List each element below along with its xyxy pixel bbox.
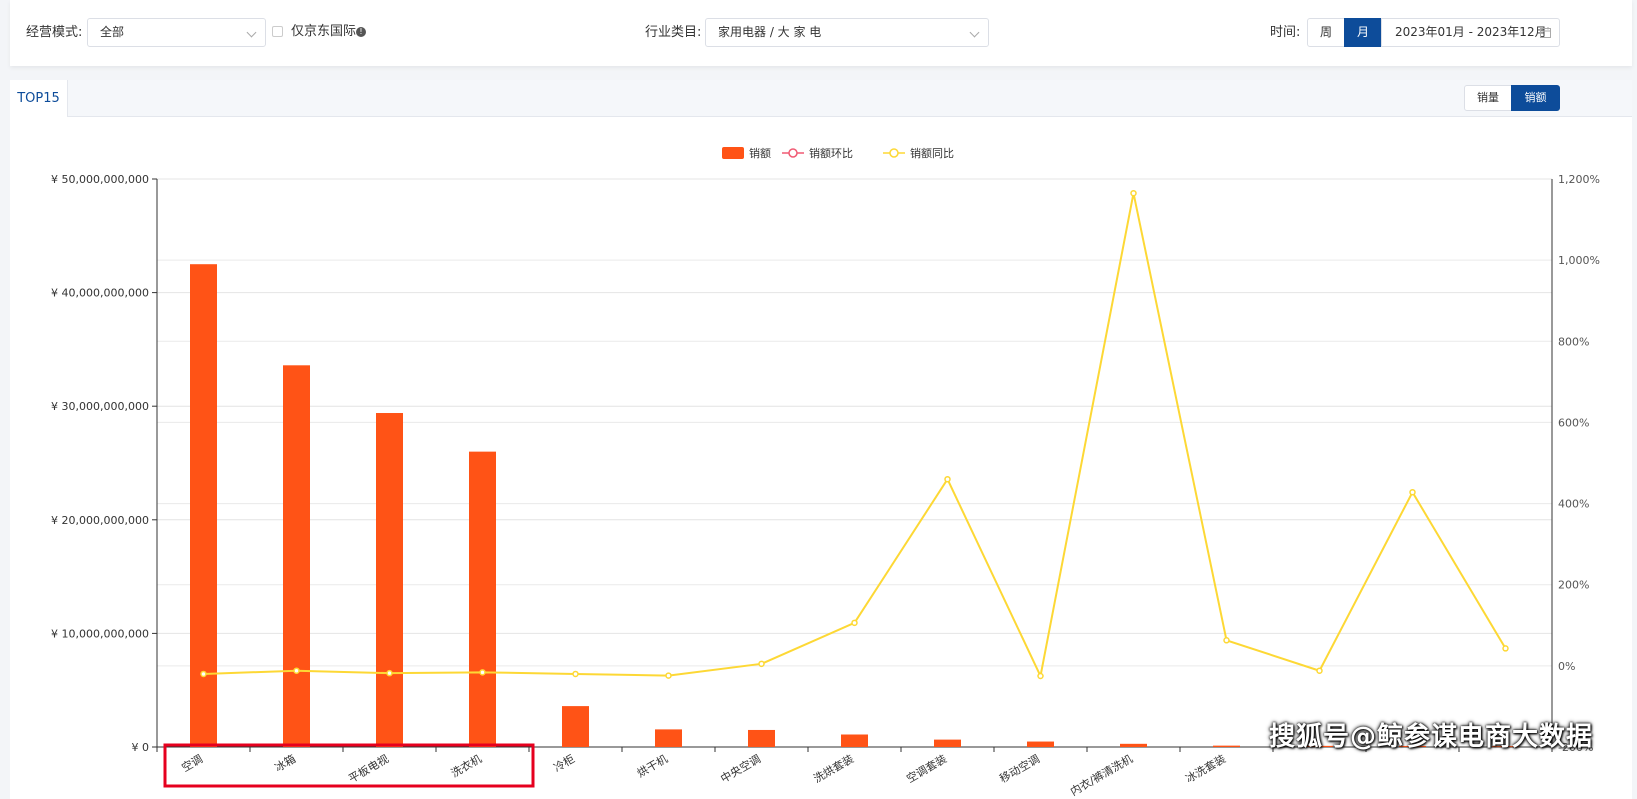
yoy-point-1: [293, 667, 300, 674]
legend-label-mom: 销额环比: [809, 146, 853, 160]
y-left-tick-label: ¥ 0: [132, 741, 150, 754]
yoy-point-8: [944, 475, 951, 483]
yoy-point-14: [1502, 645, 1509, 652]
yoy-point-11: [1223, 637, 1230, 644]
bar-10: [1120, 743, 1147, 747]
bar-1: [283, 365, 310, 747]
bar-7: [841, 734, 868, 747]
yoy-point-3: [479, 669, 486, 676]
x-tick-label: 冰洗套装: [1183, 752, 1228, 785]
x-tick-label: 洗衣机: [448, 751, 484, 780]
yoy-point-10: [1130, 189, 1137, 197]
y-right-tick-label: 1,000%: [1558, 254, 1600, 267]
y-right-tick-label: 800%: [1558, 335, 1589, 348]
bar-3: [469, 451, 496, 747]
x-tick-label: 移动空调: [997, 751, 1042, 785]
yoy-point-0: [200, 670, 207, 678]
legend-label-yoy: 销额同比: [910, 146, 954, 160]
watermark: 搜狐号@鲸参谋电商大数据: [1268, 722, 1593, 752]
y-right-tick-label: 400%: [1558, 498, 1589, 511]
sales-chart: -200%0%200%400%600%800%1,000%1,200%¥ 0¥ …: [51, 146, 1600, 798]
yoy-point-12: [1316, 667, 1323, 674]
x-tick-label: 中央空调: [718, 751, 763, 785]
x-tick-label: 平板电视: [346, 751, 391, 785]
y-right-tick-label: 200%: [1558, 579, 1589, 592]
x-tick-label: 内衣/裤清洗机: [1068, 751, 1135, 798]
y-left-tick-label: ¥ 10,000,000,000: [51, 627, 149, 640]
y-left-tick-label: ¥ 20,000,000,000: [51, 514, 149, 527]
legend-marker-mom: [788, 148, 798, 158]
bar-2: [376, 413, 403, 747]
x-tick-label: 洗烘套装: [811, 751, 856, 785]
y-left-tick-label: ¥ 40,000,000,000: [51, 287, 149, 300]
yoy-point-9: [1037, 672, 1044, 680]
yoy-point-4: [572, 670, 579, 678]
yoy-point-5: [665, 672, 672, 679]
y-left-tick-label: ¥ 50,000,000,000: [51, 173, 149, 186]
legend-marker-yoy: [889, 148, 899, 158]
bar-8: [934, 739, 961, 747]
legend-swatch-sales: [722, 147, 744, 159]
bar-6: [748, 729, 775, 747]
bar-11: [1213, 745, 1240, 747]
x-tick-label: 冷柜: [551, 752, 577, 774]
x-tick-label: 冰箱: [272, 751, 298, 774]
yoy-point-7: [851, 619, 858, 627]
yoy-point-2: [386, 669, 393, 677]
x-tick-label: 空调套装: [904, 751, 949, 785]
y-right-tick-label: 600%: [1558, 416, 1589, 429]
legend-label-sales: 销额: [749, 146, 771, 160]
yoy-point-6: [758, 660, 765, 668]
y-right-tick-label: 0%: [1558, 660, 1575, 673]
x-tick-label: 烘干机: [634, 751, 670, 780]
y-left-tick-label: ¥ 30,000,000,000: [51, 400, 149, 413]
yoy-point-13: [1409, 488, 1416, 496]
x-tick-label: 空调: [179, 751, 205, 774]
bar-5: [655, 729, 682, 747]
bar-4: [562, 706, 589, 747]
bar-9: [1027, 741, 1054, 747]
y-right-tick-label: 1,200%: [1558, 173, 1600, 186]
